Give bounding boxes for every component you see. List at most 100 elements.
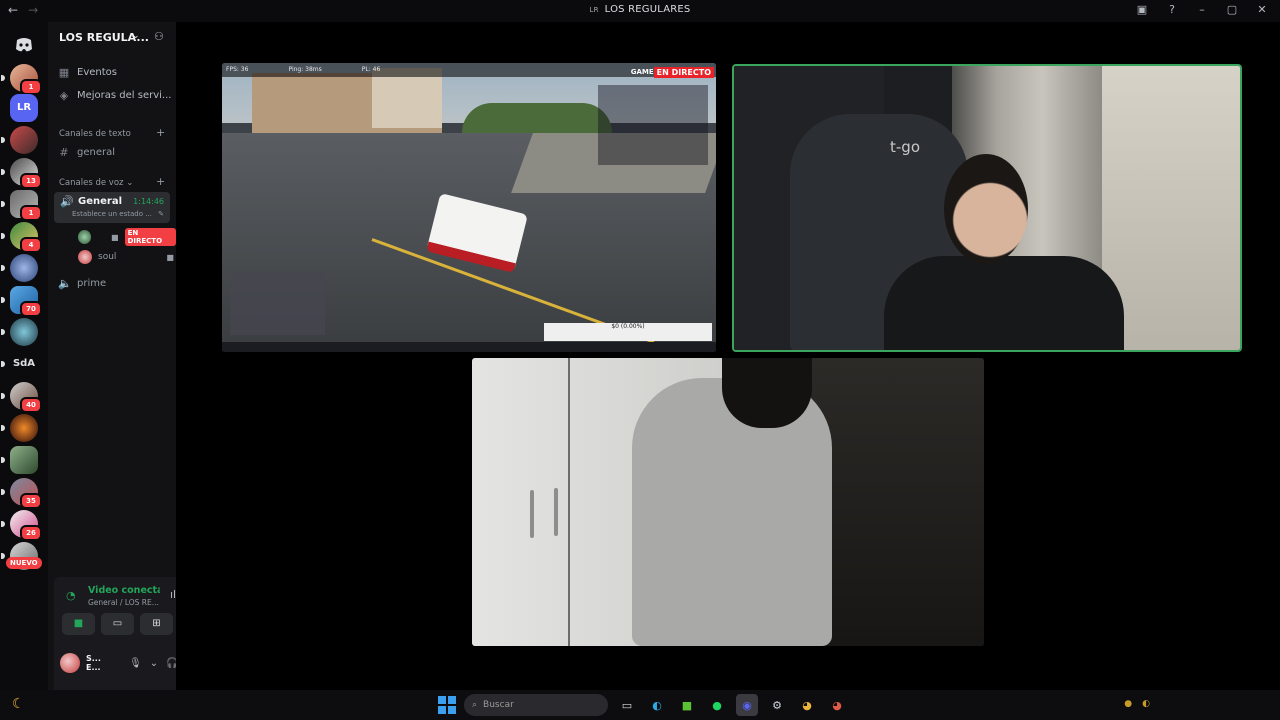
screen-share-tile[interactable]: $0 (0.00%) FPS: 36 Ping: 38ms PL: 46 GAM…: [222, 63, 716, 352]
server-icon[interactable]: [1, 254, 38, 282]
server-sda-label: SdA: [10, 350, 38, 378]
discord-logo-icon: [10, 30, 38, 58]
unread-badge: 4: [20, 237, 42, 253]
server-icon[interactable]: 26: [1, 510, 42, 541]
server-icon[interactable]: [1, 318, 38, 346]
windows-start-icon[interactable]: [438, 696, 456, 714]
avatar[interactable]: [60, 653, 80, 673]
voice-channel-label: General: [78, 196, 122, 207]
maximize-icon[interactable]: ▢: [1224, 3, 1240, 16]
chevron-down-icon: ⌄: [126, 178, 134, 188]
cam-person-hair: [722, 358, 812, 428]
chair-brand: t-go: [890, 138, 920, 156]
tray-dot-icon[interactable]: ●: [1124, 699, 1132, 709]
category-text-channels[interactable]: Canales de texto: [59, 129, 131, 139]
channel-general-text[interactable]: # general: [58, 146, 115, 159]
signal-icon[interactable]: ◔: [66, 589, 76, 602]
voice-channel-prime[interactable]: 🔈 prime: [58, 277, 106, 290]
task-view-icon[interactable]: ▭: [616, 694, 638, 716]
server-icon[interactable]: 35: [1, 478, 42, 509]
channel-sidebar: LOS REGULA... ⌄ ⚇ ▦ Eventos ◈ Mejoras de…: [48, 22, 218, 707]
invite-member-icon[interactable]: ⚇: [154, 30, 164, 43]
game-minimap: [230, 273, 325, 335]
unread-badge: 40: [20, 397, 42, 413]
server-icon[interactable]: 1: [1, 190, 42, 221]
minimize-icon[interactable]: –: [1194, 3, 1210, 16]
voice-user-1[interactable]: ■ EN DIRECTO: [78, 228, 176, 246]
steam-icon[interactable]: ⚙: [766, 694, 788, 716]
taskbar-search[interactable]: ⌕ Buscar: [464, 694, 608, 716]
server-icon[interactable]: 40: [1, 382, 42, 413]
cam-person: [632, 378, 832, 646]
unread-badge: 70: [20, 301, 42, 317]
events-label: Eventos: [77, 67, 117, 78]
webcam-tile[interactable]: [472, 358, 984, 646]
unread-badge: 1: [20, 79, 42, 95]
server-icon-los-regulares[interactable]: LR: [10, 94, 38, 122]
window-title-text: LOS REGULARES: [604, 4, 691, 15]
server-lr-label: LR: [10, 94, 38, 122]
events-item[interactable]: ▦ Eventos: [58, 66, 117, 79]
boosts-label: Mejoras del servi...: [77, 90, 172, 101]
game-ping: Ping: 38ms: [288, 66, 322, 73]
voice-timer: 1:14:46: [133, 197, 164, 206]
cam-handle: [530, 490, 534, 538]
avatar: [78, 230, 92, 244]
calendar-icon: ▦: [58, 66, 70, 79]
user-label: soul: [98, 252, 117, 262]
spotify-icon[interactable]: ●: [706, 694, 728, 716]
server-icon[interactable]: 4: [1, 222, 42, 253]
close-icon[interactable]: ✕: [1254, 3, 1270, 16]
chrome-profile-icon[interactable]: ◕: [826, 694, 848, 716]
avatar: [78, 250, 92, 264]
screen-share-button[interactable]: ▭: [101, 613, 134, 635]
discord-home-button[interactable]: [10, 30, 38, 58]
moon-icon[interactable]: ☾: [12, 696, 25, 712]
game-chat-log: [598, 85, 708, 165]
server-icon[interactable]: 13: [1, 158, 42, 189]
voice-connected-subtitle[interactable]: General / LOS RE...: [88, 598, 159, 607]
pencil-icon[interactable]: ✎: [158, 210, 164, 218]
minecraft-icon[interactable]: ■: [676, 694, 698, 716]
voice-channel-label: prime: [77, 278, 107, 289]
search-icon: ⌕: [472, 700, 478, 710]
webcam-tile-speaking[interactable]: t-go: [732, 64, 1242, 352]
server-boosts-item[interactable]: ◈ Mejoras del servi...: [58, 89, 172, 102]
add-voice-channel-icon[interactable]: +: [156, 175, 165, 188]
chevron-down-icon[interactable]: ⌄: [132, 31, 140, 41]
server-icon[interactable]: 1: [1, 64, 42, 95]
taskbar-apps: ⌕ Buscar ▭ ◐ ■ ● ◉ ⚙ ◕ ◕: [438, 694, 848, 716]
microphone-icon[interactable]: 🎙: [129, 658, 142, 669]
cam-person-head: [944, 154, 1028, 264]
inbox-icon[interactable]: ▣: [1134, 3, 1150, 16]
server-icon[interactable]: 70: [1, 286, 42, 317]
voice-category-label: Canales de voz: [59, 178, 124, 188]
server-icon-sda[interactable]: SdA: [1, 350, 38, 378]
voice-user-soul[interactable]: soul ■: [78, 250, 174, 264]
server-icon[interactable]: [1, 446, 38, 474]
cam-person-body: [884, 256, 1124, 350]
edge-icon[interactable]: ◐: [646, 694, 668, 716]
server-icon[interactable]: [1, 126, 38, 154]
user-name[interactable]: S... E...: [86, 654, 108, 672]
tray-app-icon[interactable]: ◐: [1142, 699, 1150, 709]
chevron-down-icon[interactable]: ⌄: [150, 658, 158, 669]
voice-status-placeholder[interactable]: Establece un estado ...: [72, 210, 152, 218]
channel-label: general: [77, 147, 116, 158]
voice-channel-general[interactable]: 🔊 General 1:14:46 Establece un estado ..…: [54, 192, 170, 223]
hashtag-icon: #: [59, 146, 69, 159]
add-text-channel-icon[interactable]: +: [156, 126, 165, 139]
server-icon[interactable]: [1, 414, 38, 442]
unread-badge: 1: [20, 205, 42, 221]
game-taskbar: [222, 342, 716, 352]
speaker-icon: 🔊: [60, 195, 74, 208]
live-badge: EN DIRECTO: [124, 228, 176, 246]
category-voice-channels[interactable]: Canales de voz ⌄: [59, 178, 133, 188]
boost-icon: ◈: [59, 89, 69, 102]
activities-button[interactable]: ⊞: [140, 613, 173, 635]
chrome-icon[interactable]: ◕: [796, 694, 818, 716]
search-placeholder: Buscar: [483, 700, 514, 710]
camera-button[interactable]: ■: [62, 613, 95, 635]
help-icon[interactable]: ?: [1164, 3, 1180, 16]
discord-taskbar-icon[interactable]: ◉: [736, 694, 758, 716]
